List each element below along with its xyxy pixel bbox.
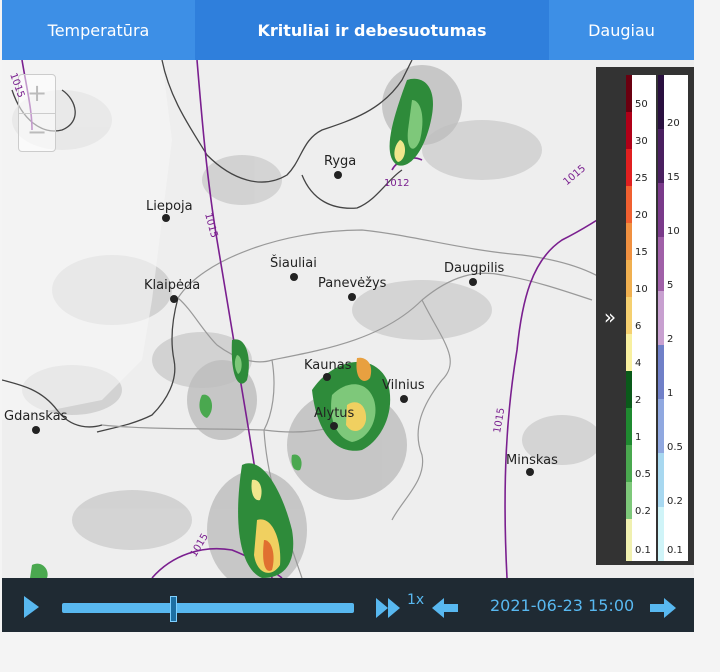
city-label-daugpilis: Daugpilis: [444, 261, 505, 276]
rain-label: 6: [635, 321, 642, 332]
map-base: [2, 60, 694, 578]
weather-map[interactable]: + − 1015 1012 1015 1015 1015 1015 Ryga L…: [2, 60, 694, 578]
speed-label[interactable]: 1x: [407, 592, 424, 608]
city-marker: [170, 295, 178, 303]
city-marker: [348, 293, 356, 301]
snow-label: 0.1: [667, 545, 683, 556]
city-marker: [32, 426, 40, 434]
fast-forward-icon[interactable]: [374, 596, 404, 620]
zoom-control: + −: [18, 74, 56, 152]
city-marker: [334, 171, 342, 179]
city-label-panevezys: Panevėžys: [318, 276, 387, 291]
tab-krituliai[interactable]: Krituliai ir debesuotumas: [195, 0, 549, 60]
datetime-display: 2021-06-23 15:00: [490, 596, 635, 615]
rain-label: 2: [635, 395, 642, 406]
rain-label: 1: [635, 432, 642, 443]
rain-label: 4: [635, 358, 642, 369]
city-marker: [400, 395, 408, 403]
playback-controls: 1x 2021-06-23 15:00: [2, 578, 694, 632]
snow-label: 10: [667, 226, 680, 237]
snow-label: 0.5: [667, 442, 683, 453]
city-marker: [330, 422, 338, 430]
precipitation-legend: » 50 30 25 20 15 10 6 4 2 1 0.5 0.2 0.1: [596, 67, 694, 565]
play-button[interactable]: [24, 596, 39, 618]
city-label-siauliai: Šiauliai: [270, 256, 317, 271]
arrow-left-icon[interactable]: [430, 596, 460, 620]
isobar-label: 1012: [384, 178, 410, 189]
city-label-minskas: Minskas: [506, 453, 558, 468]
rain-label: 0.1: [635, 545, 651, 556]
rain-label: 15: [635, 247, 648, 258]
tab-temperatura[interactable]: Temperatūra: [2, 0, 195, 60]
zoom-out-button[interactable]: −: [19, 114, 55, 152]
rain-scale-panel: 50 30 25 20 15 10 6 4 2 1 0.5 0.2 0.1: [632, 75, 656, 561]
rain-label: 25: [635, 173, 648, 184]
city-label-gdanskas: Gdanskas: [4, 409, 68, 424]
snow-label: 20: [667, 118, 680, 129]
tab-bar: Temperatūra Krituliai ir debesuotumas Da…: [2, 0, 694, 60]
snow-label: 0.2: [667, 496, 683, 507]
city-marker: [469, 278, 477, 286]
snow-label: 2: [667, 334, 674, 345]
timeline-slider[interactable]: [62, 603, 354, 613]
city-label-alytus: Alytus: [314, 406, 355, 421]
legend-expand-button[interactable]: »: [598, 305, 622, 329]
city-marker: [162, 214, 170, 222]
rain-label: 50: [635, 99, 648, 110]
rain-label: 30: [635, 136, 648, 147]
rain-label: 20: [635, 210, 648, 221]
arrow-right-icon[interactable]: [648, 596, 678, 620]
timeline-thumb[interactable]: [169, 596, 177, 622]
city-label-klaipeda: Klaipėda: [144, 278, 201, 293]
snow-label: 1: [667, 388, 674, 399]
city-label-liepoja: Liepoja: [146, 199, 193, 214]
rain-label: 0.2: [635, 506, 651, 517]
city-marker: [323, 373, 331, 381]
city-marker: [290, 273, 298, 281]
snow-scale-panel: 20 15 10 5 2 1 0.5 0.2 0.1: [664, 75, 688, 561]
city-label-vilnius: Vilnius: [382, 378, 425, 393]
rain-label: 0.5: [635, 469, 651, 480]
snow-label: 5: [667, 280, 674, 291]
rain-label: 10: [635, 284, 648, 295]
tab-daugiau[interactable]: Daugiau: [549, 0, 694, 60]
city-marker: [526, 468, 534, 476]
city-label-ryga: Ryga: [324, 154, 357, 169]
snow-label: 15: [667, 172, 680, 183]
city-label-kaunas: Kaunas: [304, 358, 352, 373]
